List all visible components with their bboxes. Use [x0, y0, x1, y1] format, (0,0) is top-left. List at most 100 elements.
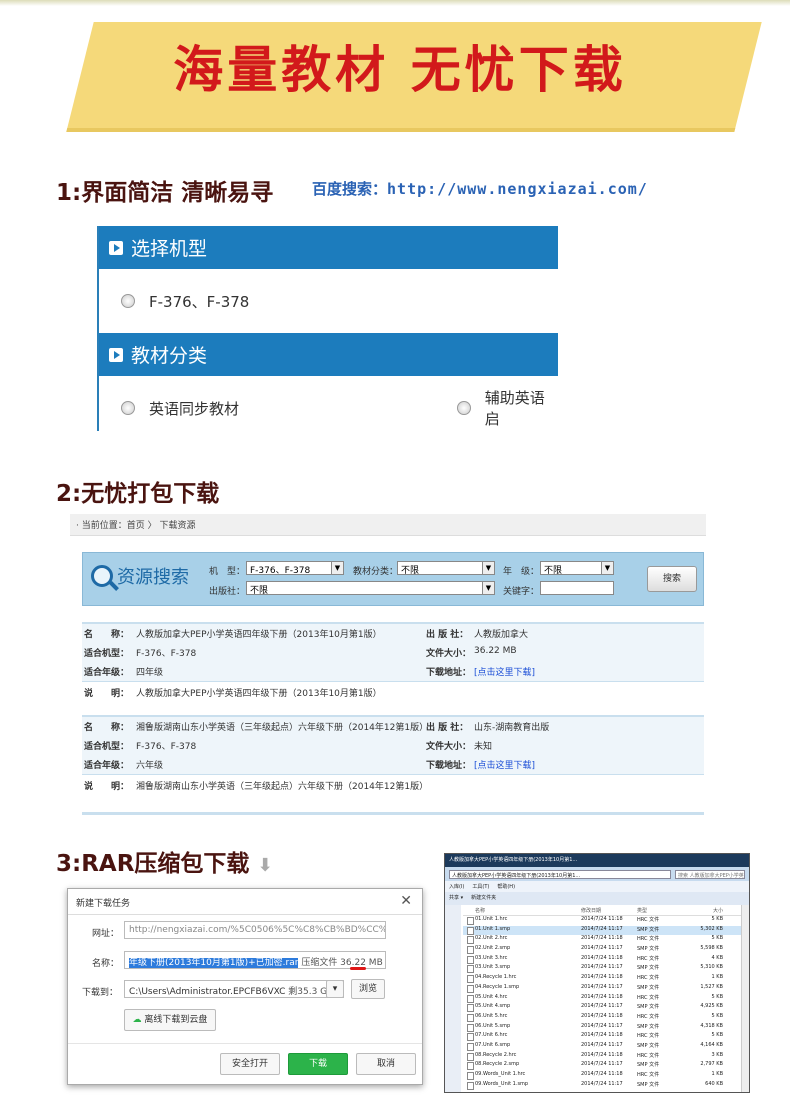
- file-row[interactable]: 02.Unit 2.hrc 2014/7/24 11:18 HRC 文件 5 KB: [463, 935, 741, 945]
- file-date: 2014/7/24 11:18: [581, 1032, 623, 1039]
- file-date: 2014/7/24 11:17: [581, 925, 623, 932]
- file-size: 5,310 KB: [700, 964, 723, 971]
- underline-mark: [350, 967, 366, 970]
- file-date: 2014/7/24 11:18: [581, 935, 623, 942]
- file-list: 名称 修改日期 类型 大小 01.Unit 1.hrc 2014/7/24 11:18 H…: [463, 905, 741, 1092]
- dialog-title-bar: 新建下载任务 ✕: [68, 889, 422, 915]
- path-dropdown-icon[interactable]: ▾: [326, 980, 344, 998]
- file-size: 5 KB: [711, 993, 723, 1000]
- model-label: 机 型：: [209, 567, 246, 577]
- record-size: 36.22 MB: [474, 646, 517, 656]
- download-link[interactable]: [点击这里下载]: [474, 665, 535, 678]
- dropdown-arrow-icon[interactable]: ▼: [482, 582, 494, 594]
- safe-open-button[interactable]: 安全打开: [220, 1053, 280, 1075]
- desc-key: 说 明：: [84, 689, 130, 699]
- name-field[interactable]: 年级下册(2013年10月第1版)+已加密.rar 压缩文件 36.22 MB: [124, 951, 386, 969]
- cancel-button[interactable]: 取消: [356, 1053, 416, 1075]
- record-2: 名 称： 湘鲁版湖南山东小学英语（三年级起点）六年级下册（2014年12第1版）出…: [82, 715, 704, 796]
- grade-select[interactable]: 不限 ▼: [540, 561, 614, 576]
- dropdown-arrow-icon[interactable]: ▼: [482, 562, 494, 574]
- record-name: 人教版加拿大PEP小学英语四年级下册（2013年10月第1版）: [136, 630, 382, 640]
- category-option-label[interactable]: 英语同步教材: [149, 398, 239, 419]
- dialog-divider: [68, 1043, 422, 1044]
- category-option-label[interactable]: 辅助英语启: [485, 387, 558, 429]
- col-name-header[interactable]: 名称: [463, 907, 581, 915]
- menu-item[interactable]: 入库(I): [449, 883, 464, 890]
- cloud-download-button[interactable]: ☁ 离线下载到云盘: [124, 1009, 216, 1031]
- file-size: 4,318 KB: [700, 1022, 723, 1029]
- radio-icon[interactable]: [121, 294, 135, 308]
- address-field[interactable]: 人教版加拿大PEP小学英语四年级下册(2013年10月第1...: [449, 869, 671, 879]
- file-row[interactable]: 06.Unit 5.hrc 2014/7/24 11:18 HRC 文件 5 KB: [463, 1013, 741, 1023]
- file-name: 01.Unit 1.smp: [463, 926, 581, 936]
- file-row[interactable]: 04.Recycle 1.smp 2014/7/24 11:17 SMP 文件 1,5…: [463, 984, 741, 994]
- file-type: SMP 文件: [637, 926, 660, 933]
- record-model: F-376、F-378: [136, 649, 197, 659]
- model-option[interactable]: F-376、F-378: [99, 269, 558, 333]
- step1-title: 1:界面简洁 清晰易寻: [56, 180, 274, 206]
- cloud-download-label: 离线下载到云盘: [144, 1015, 208, 1025]
- browse-button[interactable]: 浏览: [351, 979, 385, 999]
- keyword-input[interactable]: [540, 581, 614, 595]
- step2-title: 2:无忧打包下载: [56, 481, 220, 507]
- file-row[interactable]: 01.Unit 1.hrc 2014/7/24 11:18 HRC 文件 5 KB: [463, 916, 741, 926]
- record-publisher: 山东-湖南教育出版: [474, 723, 550, 733]
- record-name: 湘鲁版湖南山东小学英语（三年级起点）六年级下册（2014年12第1版）: [136, 723, 429, 733]
- save-path-field[interactable]: C:\Users\Administrator.EPCFB6VXC 剩35.3 G…: [124, 980, 344, 998]
- file-row[interactable]: 07.Unit 6.smp 2014/7/24 11:17 SMP 文件 4,164 …: [463, 1042, 741, 1052]
- file-row[interactable]: 04.Recycle 1.hrc 2014/7/24 11:18 HRC 文件 1 K…: [463, 974, 741, 984]
- close-icon[interactable]: ✕: [400, 893, 412, 909]
- file-row[interactable]: 03.Unit 3.smp 2014/7/24 11:17 SMP 文件 5,310 …: [463, 964, 741, 974]
- file-name: 03.Unit 3.smp: [463, 964, 581, 974]
- file-size: 4 KB: [711, 954, 723, 961]
- grade-label: 年 级：: [503, 567, 540, 577]
- file-name: 06.Unit 5.smp: [463, 1023, 581, 1033]
- file-row[interactable]: 02.Unit 2.smp 2014/7/24 11:17 SMP 文件 5,598 …: [463, 945, 741, 955]
- radio-icon[interactable]: [457, 401, 471, 415]
- new-folder-button[interactable]: 新建文件夹: [471, 894, 496, 903]
- radio-icon[interactable]: [121, 401, 135, 415]
- model-select[interactable]: F-376、F-378 ▼: [246, 561, 344, 576]
- file-row[interactable]: 07.Unit 6.hrc 2014/7/24 11:18 HRC 文件 5 KB: [463, 1032, 741, 1042]
- share-button[interactable]: 共享 ▾: [449, 894, 463, 903]
- file-size: 5 KB: [711, 916, 723, 922]
- file-row[interactable]: 01.Unit 1.smp 2014/7/24 11:17 SMP 文件 5,302 …: [463, 925, 741, 936]
- scrollbar[interactable]: [741, 905, 749, 1092]
- category-select-value: 不限: [401, 566, 420, 576]
- file-row[interactable]: 09.Words_Unit 1.smp 2014/7/24 11:17 SMP 文件…: [463, 1081, 741, 1091]
- col-date-header[interactable]: 修改日期: [581, 907, 637, 915]
- category-select[interactable]: 不限 ▼: [397, 561, 495, 576]
- step3-title-text: 3:RAR压缩包下载: [56, 851, 250, 877]
- download-panel: · 当前位置：首页 〉 下载资源 资源搜索 机 型： F-376、F-378 ▼ …: [70, 514, 706, 816]
- file-date: 2014/7/24 11:17: [581, 945, 623, 952]
- file-type: SMP 文件: [637, 1023, 660, 1030]
- file-type: HRC 文件: [637, 975, 660, 982]
- menu-item[interactable]: 帮助(H): [497, 883, 515, 890]
- search-button[interactable]: 搜索: [647, 566, 697, 592]
- col-type-header[interactable]: 类型: [637, 907, 679, 915]
- file-row[interactable]: 08.Recycle 2.hrc 2014/7/24 11:18 HRC 文件 3 K…: [463, 1052, 741, 1062]
- download-link[interactable]: [点击这里下载]: [474, 758, 535, 771]
- menu-item[interactable]: 工具(T): [472, 883, 489, 890]
- explorer-address-bar: 人教版加拿大PEP小学英语四年级下册(2013年10月第1... 搜索 人教版加拿…: [445, 867, 749, 881]
- file-name: 05.Unit 4.smp: [463, 1003, 581, 1013]
- explorer-search-field[interactable]: 搜索 人教版加拿大PEP小学英语四年...: [675, 869, 745, 879]
- dropdown-arrow-icon[interactable]: ▼: [601, 562, 613, 574]
- file-row[interactable]: 03.Unit 3.hrc 2014/7/24 11:18 HRC 文件 4 KB: [463, 955, 741, 965]
- file-row[interactable]: 08.Recycle 2.smp 2014/7/24 11:17 SMP 文件 2,7…: [463, 1061, 741, 1071]
- category-section-header: 教材分类: [99, 333, 558, 376]
- file-row[interactable]: 09.Words_Unit 1.hrc 2014/7/24 11:18 HRC 文件…: [463, 1071, 741, 1081]
- col-size-header[interactable]: 大小: [679, 907, 723, 915]
- dropdown-arrow-icon[interactable]: ▼: [331, 562, 343, 574]
- file-row[interactable]: 05.Unit 4.smp 2014/7/24 11:17 SMP 文件 4,925 …: [463, 1003, 741, 1013]
- url-field[interactable]: http://nengxiazai.com/%5C0506%5C%C8%CB%B…: [124, 921, 386, 939]
- search-hint-label: 百度搜索：: [312, 180, 388, 198]
- file-date: 2014/7/24 11:18: [581, 1071, 623, 1077]
- download-button[interactable]: 下载: [288, 1053, 348, 1075]
- publisher-select[interactable]: 不限 ▼: [246, 581, 495, 596]
- file-name: 04.Recycle 1.hrc: [463, 974, 581, 984]
- file-size: 5 KB: [711, 1032, 723, 1039]
- file-row[interactable]: 05.Unit 4.hrc 2014/7/24 11:18 HRC 文件 5 KB: [463, 994, 741, 1004]
- file-row[interactable]: 06.Unit 5.smp 2014/7/24 11:17 SMP 文件 4,318 …: [463, 1023, 741, 1033]
- category-options: 英语同步教材 辅助英语启: [99, 376, 558, 431]
